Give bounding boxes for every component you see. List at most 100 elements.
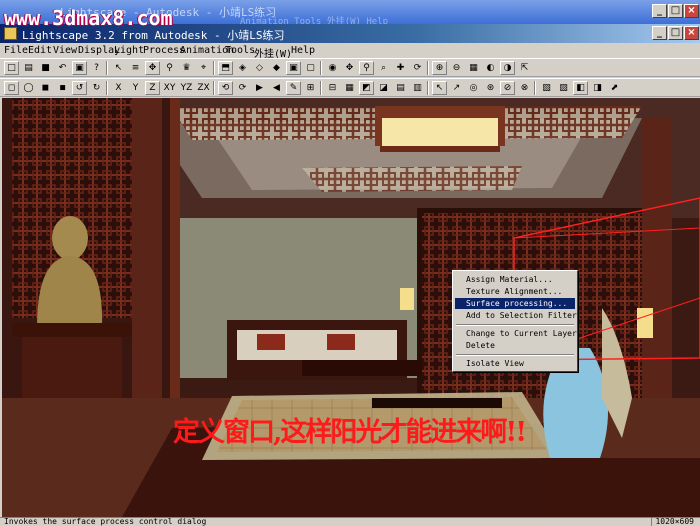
main-tool-button-icon[interactable]: ⬒ — [218, 61, 233, 75]
view-tool-button-icon[interactable]: ⊟ — [325, 81, 340, 95]
main-separator — [213, 61, 215, 75]
close-button[interactable]: × — [684, 26, 699, 40]
main-separator — [106, 61, 108, 75]
view-tool-button-icon[interactable]: ◀ — [269, 81, 284, 95]
main-tool-button-icon[interactable]: ▤ — [21, 61, 36, 75]
watermark-logo: www.3dmax8.com — [4, 6, 173, 30]
main-tool-button-icon[interactable]: ◆ — [269, 61, 284, 75]
main-tool-button-icon[interactable]: ◑ — [500, 61, 515, 75]
view-tool-button-icon[interactable]: ⊞ — [303, 81, 318, 95]
context-menu-item[interactable]: Change to Current Layer — [455, 328, 577, 339]
view-tool-button-icon[interactable]: ZX — [196, 81, 211, 95]
view-separator — [213, 81, 215, 95]
view-tool-button-icon[interactable]: ⊛ — [483, 81, 498, 95]
view-separator — [427, 81, 429, 95]
main-tool-button-icon[interactable]: ↶ — [55, 61, 70, 75]
main-tool-button-icon[interactable]: ◈ — [235, 61, 250, 75]
view-tool-button-icon[interactable]: ▨ — [556, 81, 571, 95]
view-tool-button-icon[interactable]: X — [111, 81, 126, 95]
main-tool-button-icon[interactable]: ⚲ — [359, 61, 374, 75]
view-tool-button-icon[interactable]: ◼ — [38, 81, 53, 95]
main-separator — [427, 61, 429, 75]
background-minimize-button[interactable]: _ — [652, 4, 667, 18]
background-close-button[interactable]: × — [684, 4, 699, 18]
main-tool-button-icon[interactable]: ◇ — [252, 61, 267, 75]
view-tool-button-icon[interactable]: ▤ — [393, 81, 408, 95]
3d-viewport[interactable] — [2, 98, 700, 517]
view-separator — [320, 81, 322, 95]
view-tool-button-icon[interactable]: ◻ — [4, 81, 19, 95]
main-tool-button-icon[interactable]: ♛ — [179, 61, 194, 75]
menu-light[interactable]: Light — [114, 45, 144, 56]
main-tool-button-icon[interactable]: ▣ — [72, 61, 87, 75]
application-window: Lightscape - Autodesk - 小靖LS练习 Animation… — [0, 0, 700, 526]
context-menu: Assign Material... Texture Alignment... Su… — [452, 270, 578, 372]
context-menu-item[interactable]: Delete — [455, 340, 575, 351]
view-tool-button-icon[interactable]: ⟳ — [235, 81, 250, 95]
context-menu-item[interactable]: Surface processing... — [455, 298, 575, 309]
view-tool-button-icon[interactable]: ▶ — [252, 81, 267, 95]
menu-help[interactable]: Help — [291, 45, 315, 56]
main-tool-button-icon[interactable]: ▢ — [303, 61, 318, 75]
main-separator — [320, 61, 322, 75]
menu-file[interactable]: File — [4, 45, 28, 56]
main-tool-button-icon[interactable]: □ — [4, 61, 19, 75]
background-maximize-button[interactable]: □ — [668, 4, 683, 18]
main-tool-button-icon[interactable]: ⟳ — [410, 61, 425, 75]
view-tool-button-icon[interactable]: ▥ — [410, 81, 425, 95]
main-tool-button-icon[interactable]: ▣ — [286, 61, 301, 75]
view-tool-button-icon[interactable]: ◩ — [359, 81, 374, 95]
view-tool-button-icon[interactable]: Y — [128, 81, 143, 95]
main-tool-button-icon[interactable]: ⊕ — [432, 61, 447, 75]
view-tool-button-icon[interactable]: ⊗ — [517, 81, 532, 95]
view-tool-button-icon[interactable]: ◾ — [55, 81, 70, 95]
context-menu-item[interactable]: Texture Alignment... — [455, 286, 575, 297]
view-tool-button-icon[interactable]: ⟲ — [218, 81, 233, 95]
main-tool-button-icon[interactable]: ⇱ — [517, 61, 532, 75]
view-tool-button-icon[interactable]: ↖ — [432, 81, 447, 95]
view-tool-button-icon[interactable]: YZ — [179, 81, 194, 95]
main-tool-button-icon[interactable]: ▦ — [466, 61, 481, 75]
view-tool-button-icon[interactable]: XY — [162, 81, 177, 95]
view-tool-button-icon[interactable]: ⬈ — [607, 81, 622, 95]
main-tool-button-icon[interactable]: ? — [89, 61, 104, 75]
context-menu-item[interactable]: Assign Material... — [455, 274, 575, 285]
menu-process[interactable]: Process — [143, 45, 185, 56]
view-tool-button-icon[interactable]: ↻ — [89, 81, 104, 95]
menu-view[interactable]: View — [53, 45, 77, 56]
view-tool-button-icon[interactable]: ◎ — [466, 81, 481, 95]
view-tool-button-icon[interactable]: ◯ — [21, 81, 36, 95]
context-menu-item[interactable]: Isolate View — [455, 358, 575, 369]
menu-tools[interactable]: Tools — [225, 45, 255, 56]
view-tool-button-icon[interactable]: ▧ — [539, 81, 554, 95]
main-tool-button-icon[interactable]: ⊖ — [449, 61, 464, 75]
view-tool-button-icon[interactable]: ↗ — [449, 81, 464, 95]
main-tool-button-icon[interactable]: ⌖ — [196, 61, 211, 75]
view-tool-button-icon[interactable]: ✎ — [286, 81, 301, 95]
view-tool-button-icon[interactable]: Z — [145, 81, 160, 95]
main-tool-button-icon[interactable]: ✚ — [393, 61, 408, 75]
view-separator — [534, 81, 536, 95]
main-tool-button-icon[interactable]: ◉ — [325, 61, 340, 75]
main-tool-button-icon[interactable]: ≡ — [128, 61, 143, 75]
minimize-button[interactable]: _ — [652, 26, 667, 40]
view-separator — [106, 81, 108, 95]
main-tool-button-icon[interactable]: ✥ — [342, 61, 357, 75]
main-tool-button-icon[interactable]: ◐ — [483, 61, 498, 75]
view-tool-button-icon[interactable]: ◪ — [376, 81, 391, 95]
view-tool-button-icon[interactable]: ◧ — [573, 81, 588, 95]
maximize-button[interactable]: □ — [668, 26, 683, 40]
main-tool-button-icon[interactable]: ↖ — [111, 61, 126, 75]
main-tool-button-icon[interactable]: ■ — [38, 61, 53, 75]
main-tool-button-icon[interactable]: ⌕ — [376, 61, 391, 75]
view-tool-button-icon[interactable]: ◨ — [590, 81, 605, 95]
view-tool-button-icon[interactable]: ▦ — [342, 81, 357, 95]
main-tool-button-icon[interactable]: ✥ — [145, 61, 160, 75]
view-tool-button-icon[interactable]: ↺ — [72, 81, 87, 95]
view-tool-button-icon[interactable]: ⊘ — [500, 81, 515, 95]
context-menu-item[interactable]: Add to Selection Filter — [455, 310, 577, 321]
context-menu-separator — [456, 354, 574, 356]
main-toolbar: □ ▤ ■ ↶ ▣? ↖ ≡ ✥ ⚲ ♛ ⌖ ⬒ ◈ ◇ ◆ ▣ ▢ ◉ ✥ ⚲ ⌕ ✚ ⟳ ⊕ ⊖ ▦ ◐ ◑ ⇱ — [0, 58, 700, 77]
menu-edit[interactable]: Edit — [28, 45, 52, 56]
main-tool-button-icon[interactable]: ⚲ — [162, 61, 177, 75]
